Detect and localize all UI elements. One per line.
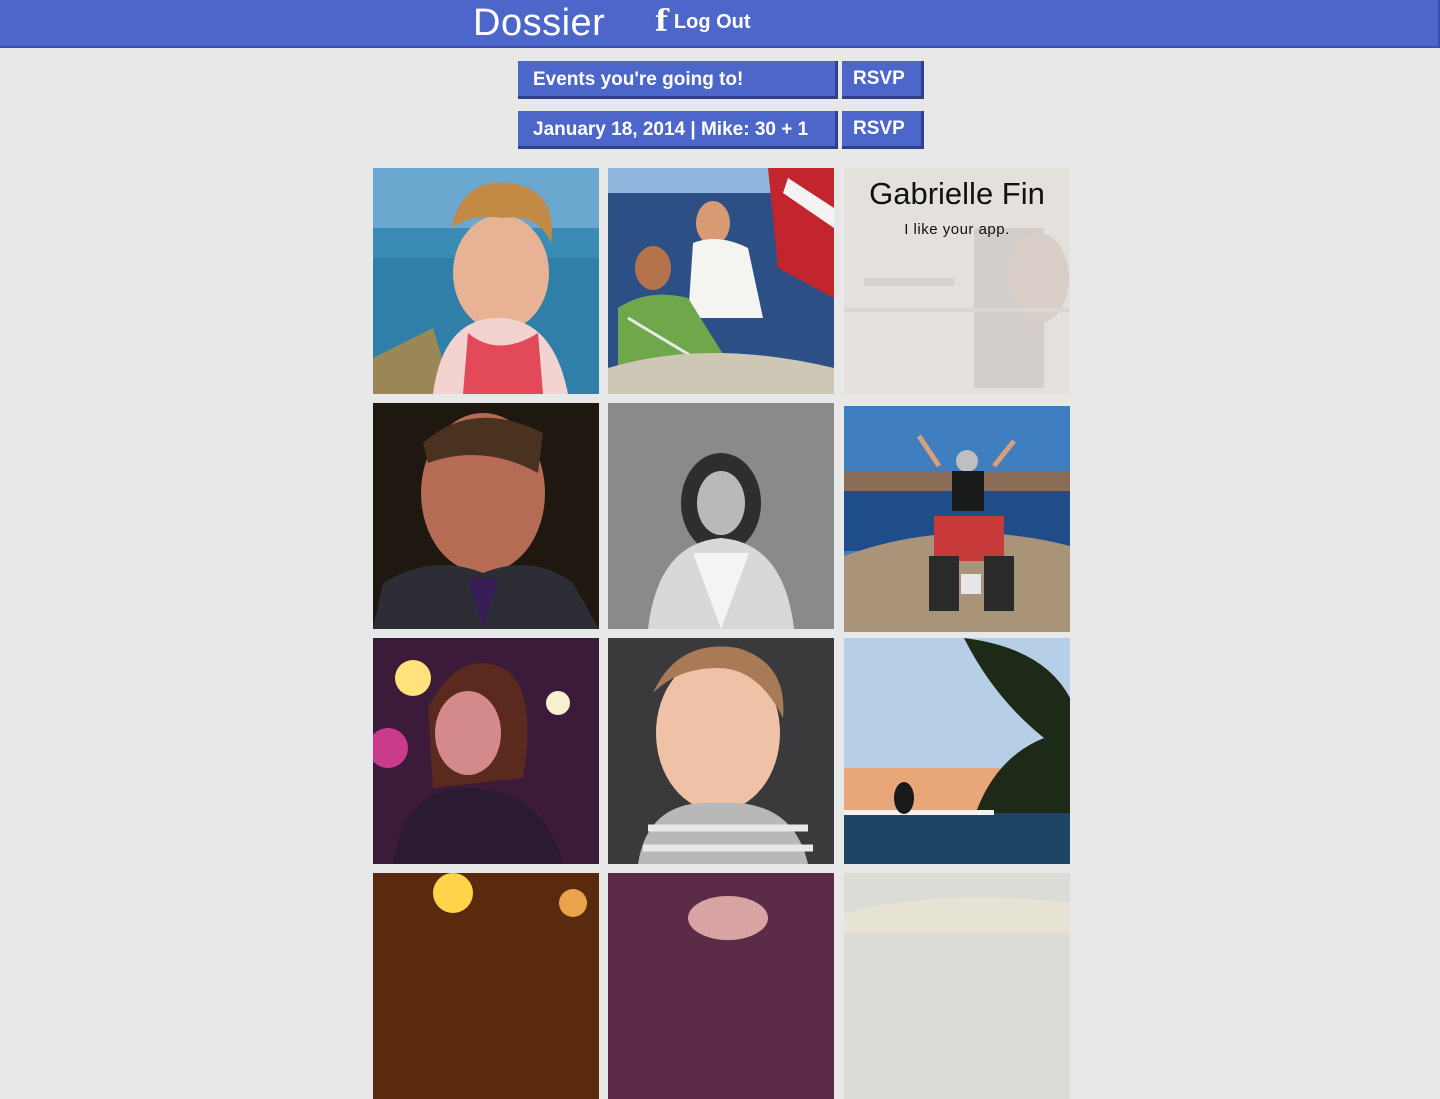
event-row: January 18, 2014 | Mike: 30 + 1 RSVP bbox=[518, 111, 924, 151]
atv-cliff-photo bbox=[844, 406, 1070, 632]
sailboat-photo bbox=[608, 168, 834, 394]
photo-tile[interactable] bbox=[608, 403, 834, 629]
photo-tile[interactable] bbox=[608, 168, 834, 394]
photo-tile[interactable] bbox=[373, 168, 599, 394]
commenter-name: Gabrielle Fin bbox=[869, 176, 1045, 211]
photo-tile[interactable] bbox=[608, 638, 834, 864]
baby-photo bbox=[608, 638, 834, 864]
photo-tile-overlay[interactable]: Gabrielle Fin I like your app. bbox=[844, 168, 1070, 394]
photo-thumbnail bbox=[373, 873, 599, 1099]
photo-tile[interactable] bbox=[373, 638, 599, 864]
photo-tile[interactable] bbox=[844, 873, 1070, 1099]
portrait-photo bbox=[608, 403, 834, 629]
comment-text: I like your app. bbox=[904, 221, 1010, 238]
event-title[interactable]: January 18, 2014 | Mike: 30 + 1 bbox=[518, 111, 838, 149]
photo-thumbnail bbox=[844, 873, 1070, 1099]
photo-tile[interactable] bbox=[373, 873, 599, 1099]
logout-label: Log Out bbox=[673, 10, 751, 33]
logout-button[interactable]: f Log Out bbox=[655, 4, 751, 39]
portrait-photo bbox=[373, 168, 599, 394]
photo-thumbnail bbox=[608, 873, 834, 1099]
photo-tile[interactable] bbox=[844, 638, 1070, 864]
facebook-icon: f bbox=[655, 4, 668, 39]
event-title[interactable]: Events you're going to! bbox=[518, 61, 838, 99]
event-row: Events you're going to! RSVP bbox=[518, 61, 924, 101]
rsvp-button[interactable]: RSVP bbox=[842, 61, 924, 99]
sunset-pool-photo bbox=[844, 638, 1070, 864]
portrait-photo bbox=[373, 638, 599, 864]
rsvp-button[interactable]: RSVP bbox=[842, 111, 924, 149]
photo-tile[interactable] bbox=[373, 403, 599, 629]
photo-tile[interactable] bbox=[844, 406, 1070, 632]
portrait-photo bbox=[373, 403, 599, 629]
top-bar: Dossier f Log Out bbox=[0, 0, 1440, 48]
brand-logo[interactable]: Dossier bbox=[473, 2, 605, 44]
photo-tile[interactable] bbox=[608, 873, 834, 1099]
